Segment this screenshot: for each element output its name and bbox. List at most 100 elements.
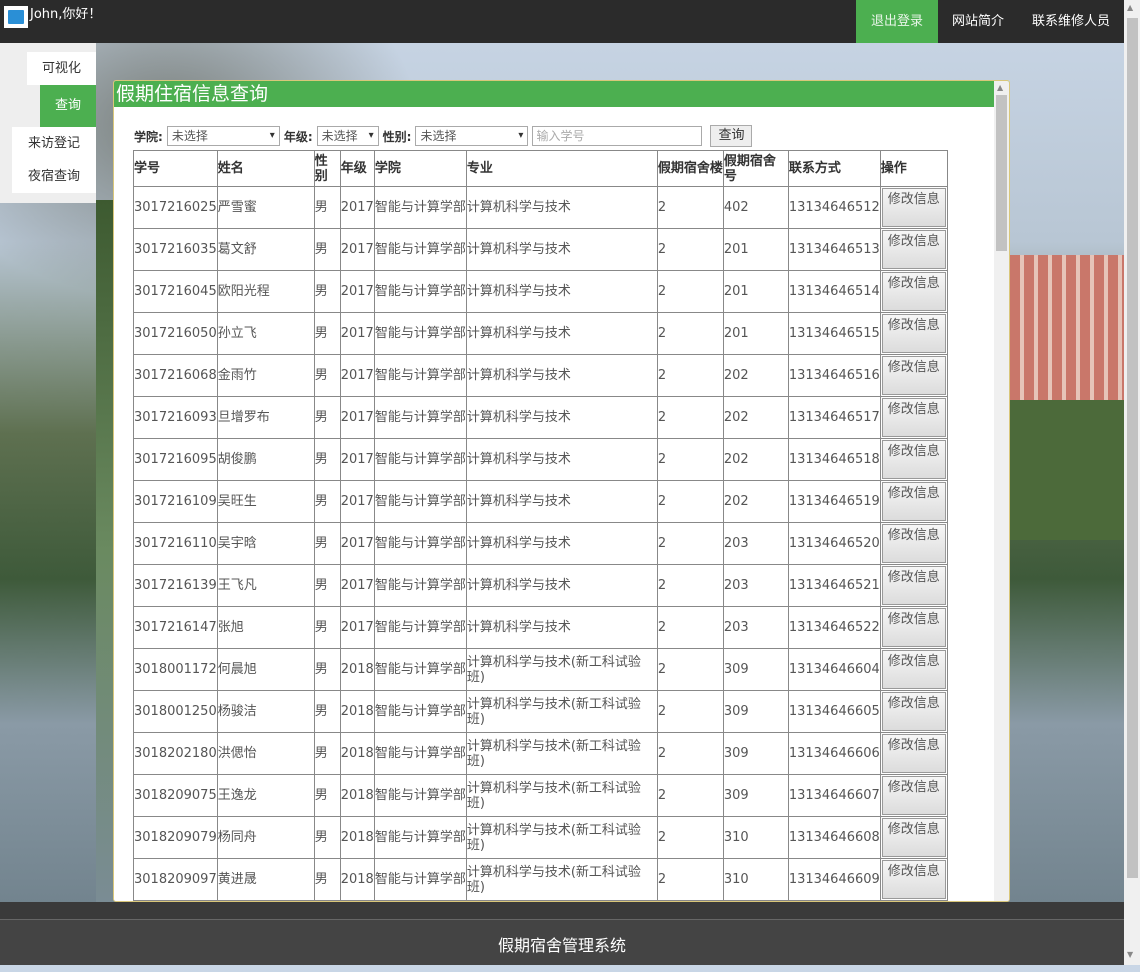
grade-label: 年级:: [283, 129, 313, 144]
sidebar-item-query[interactable]: 查询: [40, 85, 96, 127]
cell-dorm-building: 2: [656, 354, 724, 397]
header-contact: 联系方式: [787, 150, 881, 187]
background-building: [1010, 255, 1124, 415]
cell-dorm-building: 2: [656, 774, 724, 817]
cell-contact: 13134646517: [787, 396, 881, 439]
cell-dorm-room: 310: [722, 816, 789, 859]
cell-grade: 2018: [339, 774, 375, 817]
edit-info-button[interactable]: 修改信息: [881, 608, 946, 647]
cell-gender: 男: [313, 732, 341, 775]
cell-dorm-room: 201: [722, 312, 789, 355]
cell-actions: 修改信息: [879, 354, 948, 397]
cell-dorm-room: 310: [722, 858, 789, 901]
cell-contact: 13134646519: [787, 480, 881, 523]
cell-dorm-building: 2: [656, 480, 724, 523]
grade-select[interactable]: 未选择: [316, 126, 379, 146]
cell-student-id: 3017216068: [133, 354, 218, 397]
cell-college: 智能与计算学部: [373, 648, 467, 691]
cell-major: 计算机科学与技术: [465, 312, 658, 355]
cell-grade: 2017: [339, 606, 375, 649]
edit-info-button[interactable]: 修改信息: [881, 272, 946, 311]
edit-info-button[interactable]: 修改信息: [881, 860, 946, 899]
page-scroll-down-icon[interactable]: ▼: [1127, 950, 1133, 959]
edit-info-button[interactable]: 修改信息: [881, 650, 946, 689]
logout-link[interactable]: 退出登录: [855, 0, 938, 43]
gender-select[interactable]: 未选择: [415, 126, 529, 146]
sidebar-item-visualize[interactable]: 可视化: [27, 52, 96, 85]
cell-major: 计算机科学与技术: [465, 522, 658, 565]
cell-college: 智能与计算学部: [373, 186, 467, 229]
cell-contact: 13134646604: [787, 648, 881, 691]
cell-college: 智能与计算学部: [373, 774, 467, 817]
cell-college: 智能与计算学部: [373, 522, 467, 565]
panel-scrollbar[interactable]: ▲: [994, 81, 1009, 901]
cell-grade: 2017: [339, 522, 375, 565]
college-select[interactable]: 未选择: [166, 126, 280, 146]
cell-actions: 修改信息: [879, 648, 948, 691]
cell-name: 旦增罗布: [216, 396, 315, 439]
edit-info-button[interactable]: 修改信息: [881, 188, 946, 227]
cell-actions: 修改信息: [879, 228, 948, 271]
edit-info-button[interactable]: 修改信息: [881, 356, 946, 395]
cell-name: 黄进晟: [216, 858, 315, 901]
cell-major: 计算机科学与技术: [465, 186, 658, 229]
edit-info-button[interactable]: 修改信息: [881, 440, 946, 479]
edit-info-button[interactable]: 修改信息: [881, 818, 946, 857]
cell-gender: 男: [313, 354, 341, 397]
cell-name: 杨同舟: [216, 816, 315, 859]
building-logo-icon: [4, 6, 28, 28]
top-bar: John,你好！ 退出登录 网站简介 联系维修人员: [0, 0, 1124, 43]
edit-info-button[interactable]: 修改信息: [881, 482, 946, 521]
edit-info-button[interactable]: 修改信息: [881, 776, 946, 815]
header-actions: 操作: [879, 150, 948, 187]
edit-info-button[interactable]: 修改信息: [881, 230, 946, 269]
cell-contact: 13134646516: [787, 354, 881, 397]
edit-info-button[interactable]: 修改信息: [881, 566, 946, 605]
scroll-up-icon[interactable]: ▲: [997, 83, 1003, 92]
student-id-input[interactable]: 输入学号: [532, 126, 703, 146]
page-scroll-thumb[interactable]: [1127, 18, 1138, 878]
top-nav: 退出登录 网站简介 联系维修人员: [855, 0, 1124, 43]
sidebar-item-overnight-query[interactable]: 夜宿查询: [12, 160, 96, 193]
cell-gender: 男: [313, 774, 341, 817]
panel-scroll-thumb[interactable]: [996, 95, 1007, 251]
cell-grade: 2017: [339, 396, 375, 439]
cell-gender: 男: [313, 858, 341, 901]
cell-contact: 13134646605: [787, 690, 881, 733]
edit-info-button[interactable]: 修改信息: [881, 524, 946, 563]
cell-college: 智能与计算学部: [373, 312, 467, 355]
query-button[interactable]: 查询: [710, 125, 753, 147]
cell-name: 葛文舒: [216, 228, 315, 271]
edit-info-button[interactable]: 修改信息: [881, 692, 946, 731]
header-grade: 年级: [339, 150, 375, 187]
greeting: John,你好！: [30, 7, 102, 22]
sidebar-item-visitor-register[interactable]: 来访登记: [12, 127, 96, 160]
table-row: 3017216035 葛文舒男 2017 智能与计算学部 计算机科学与技术 2 201 131…: [133, 228, 948, 271]
contact-repair-link[interactable]: 联系维修人员: [1018, 0, 1124, 43]
cell-college: 智能与计算学部: [373, 396, 467, 439]
cell-name: 杨骏洁: [216, 690, 315, 733]
cell-gender: 男: [313, 690, 341, 733]
cell-student-id: 3018001172: [133, 648, 218, 691]
site-intro-link[interactable]: 网站简介: [938, 0, 1018, 43]
cell-major: 计算机科学与技术(新工科试验班): [465, 690, 658, 733]
table-header-row: 学号 姓名 性别 年级 学院 专业 假期宿舍楼 假期宿舍号 联系方式 操作: [133, 150, 948, 187]
cell-student-id: 3018209097: [133, 858, 218, 901]
cell-college: 智能与计算学部: [373, 354, 467, 397]
filter-bar: 学院: 未选择 年级: 未选择 性别: 未选择 输入学号 查询: [134, 125, 753, 147]
table-row: 3017216109 吴旺生男 2017 智能与计算学部 计算机科学与技术 2 202 131…: [133, 480, 948, 523]
table-row: 3018209079 杨同舟男 2018 智能与计算学部 计算机科学与技术(新工科试验班…: [133, 816, 948, 859]
edit-info-button[interactable]: 修改信息: [881, 398, 946, 437]
header-major: 专业: [465, 150, 658, 187]
cell-gender: 男: [313, 186, 341, 229]
footer-divider: [0, 902, 1124, 920]
cell-contact: 13134646609: [787, 858, 881, 901]
cell-contact: 13134646520: [787, 522, 881, 565]
edit-info-button[interactable]: 修改信息: [881, 314, 946, 353]
header-dorm-building: 假期宿舍楼: [656, 150, 724, 187]
cell-student-id: 3018001250: [133, 690, 218, 733]
page-scroll-up-icon[interactable]: ▲: [1127, 3, 1133, 12]
cell-dorm-building: 2: [656, 732, 724, 775]
edit-info-button[interactable]: 修改信息: [881, 734, 946, 773]
page-scrollbar[interactable]: ▲ ▼: [1124, 0, 1140, 965]
